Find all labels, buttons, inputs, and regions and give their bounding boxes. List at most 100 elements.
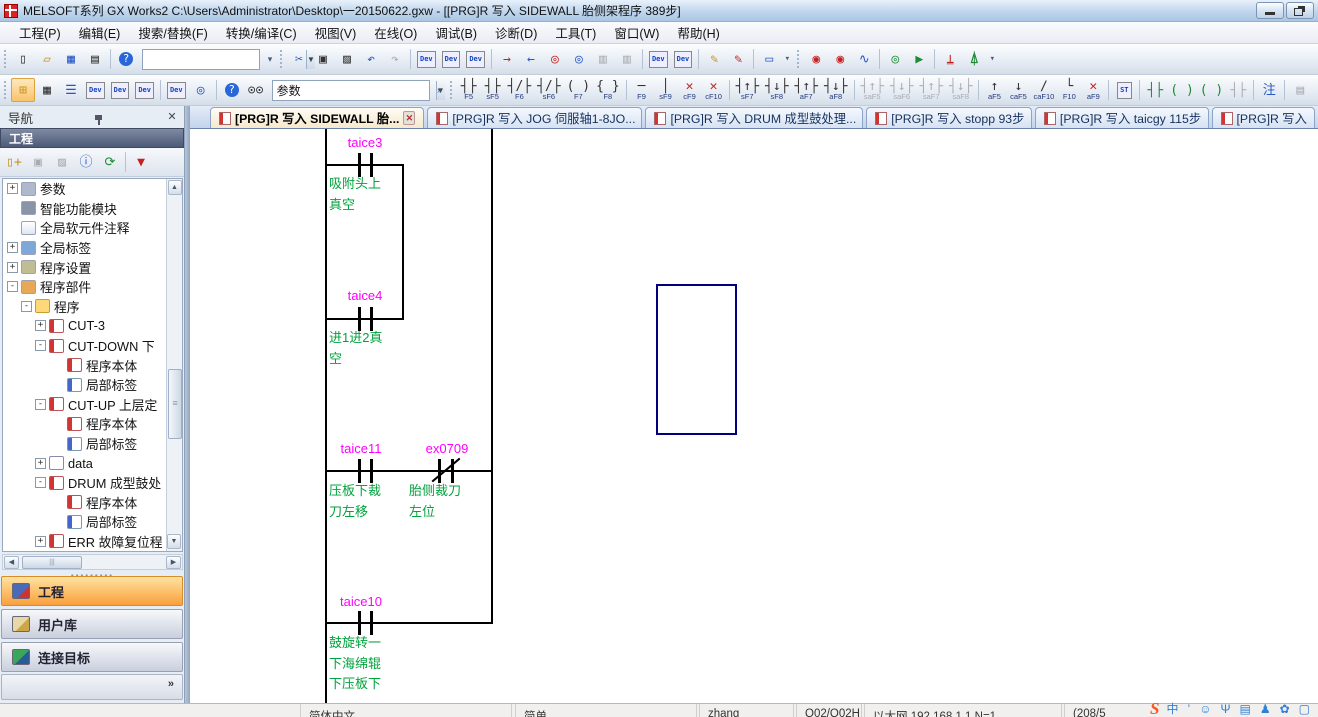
tree-expander[interactable]: - (35, 340, 46, 351)
toolbar-button[interactable] (110, 49, 111, 69)
document-tab[interactable]: [PRG]R 写入 (1212, 107, 1315, 128)
toolbar-button[interactable]: Dev (108, 78, 133, 102)
ladder-symbol-button[interactable]: ↓ caF5 (1006, 78, 1030, 102)
menu-item[interactable]: 工具(T) (546, 21, 605, 44)
toolbar-button[interactable]: ◉ (828, 47, 852, 71)
ladder-symbol-button[interactable]: { } F8 (593, 78, 622, 102)
tree-item[interactable]: + data (3, 453, 166, 473)
sogou-logo-icon[interactable]: S (1150, 699, 1159, 717)
toolbar-button[interactable]: ▥ (615, 47, 639, 71)
ime-icon[interactable]: ▤ (1239, 702, 1250, 716)
toolbar-button[interactable] (3, 49, 8, 69)
toolbar-button[interactable] (3, 80, 8, 100)
toolbar-button[interactable]: ▨ (335, 47, 359, 71)
toolbar-button[interactable] (491, 49, 492, 69)
document-tab[interactable]: [PRG]R 写入 stopp 93步 (866, 107, 1032, 128)
nav-toolbar-button[interactable]: ▨ (50, 150, 74, 174)
tree-expander[interactable] (7, 203, 18, 214)
menu-item[interactable]: 在线(O) (365, 21, 426, 44)
toolbar-button[interactable]: Dev (463, 47, 488, 71)
tree-expander[interactable] (53, 418, 64, 429)
nav-toolbar-button[interactable]: ⟳ (98, 150, 122, 174)
toolbar-button[interactable]: ▣ (311, 47, 335, 71)
tree-vertical-scrollbar[interactable]: ▲ ▼ (166, 179, 182, 551)
tree-expander[interactable] (53, 438, 64, 449)
toolbar-button[interactable] (879, 49, 880, 69)
toolbar-button[interactable]: ▭ (757, 47, 781, 71)
tree-item[interactable]: - 程序部件 (3, 277, 166, 297)
toolbar-button[interactable]: → (495, 47, 519, 71)
tree-item[interactable]: - 程序 (3, 297, 166, 317)
toolbar-button[interactable]: ▱ (35, 47, 59, 71)
menu-item[interactable]: 编辑(E) (70, 21, 130, 44)
toolbar-button[interactable]: ▾ (986, 47, 998, 71)
ladder-symbol-button[interactable]: ┤↓├ sF8 (762, 78, 791, 102)
toolbar-button[interactable] (934, 49, 935, 69)
toolbar-button[interactable] (160, 80, 161, 100)
toolbar-button[interactable] (642, 49, 643, 69)
menu-item[interactable]: 调试(B) (426, 21, 486, 44)
ime-icon[interactable]: ▢ (1299, 702, 1310, 716)
toolbar-button[interactable]: ✎ (702, 47, 726, 71)
toolbar-button[interactable]: ▥ (591, 47, 615, 71)
tree-item[interactable]: 程序本体 (3, 355, 166, 375)
ladder-symbol-button[interactable]: ┤├ F5 (457, 78, 481, 102)
toolbar-button[interactable]: ☰ (59, 78, 83, 102)
toolbar-button[interactable]: ∿ (852, 47, 876, 71)
find-target-input[interactable] (273, 83, 436, 97)
nav-toolbar-button[interactable]: ⓘ (74, 150, 98, 174)
ime-icon[interactable]: ♟ (1260, 702, 1271, 716)
minimize-button[interactable] (1256, 2, 1284, 19)
ladder-symbol-button[interactable]: ┤↓├ saF6 (887, 78, 916, 102)
nav-toolbar-button[interactable]: ▼ (129, 150, 153, 174)
toolbar-button[interactable] (279, 49, 284, 69)
tree-item[interactable]: 全局软元件注释 (3, 218, 166, 238)
toolbar-button[interactable]: ← (519, 47, 543, 71)
tree-expander[interactable]: + (7, 262, 18, 273)
tree-item[interactable]: 程序本体 (3, 493, 166, 513)
find-target-combobox[interactable]: ▼ (272, 80, 430, 101)
toolbar-button[interactable]: ▤ (83, 47, 107, 71)
restore-button[interactable] (1286, 2, 1314, 19)
toolbar-button[interactable]: Dev (414, 47, 439, 71)
tree-expander[interactable] (53, 379, 64, 390)
tree-item[interactable]: + 全局标签 (3, 238, 166, 258)
document-tab[interactable]: [PRG]R 写入 SIDEWALL 胎... ✕ (210, 107, 424, 128)
toolbar-button[interactable]: Dev (132, 78, 157, 102)
tree-expander[interactable]: - (35, 399, 46, 410)
ladder-symbol-button[interactable] (978, 80, 979, 100)
menu-item[interactable]: 转换/编译(C) (217, 21, 306, 44)
ladder-symbol-button[interactable]: └ F10 (1057, 78, 1081, 102)
ladder-symbol-button[interactable]: ┤↓├ aF8 (821, 78, 850, 102)
tree-item[interactable]: - DRUM 成型鼓处 (3, 473, 166, 493)
ladder-symbol-button[interactable] (626, 80, 627, 100)
toolbar-button[interactable] (216, 80, 217, 100)
ladder-symbol-button[interactable]: ─ F9 (630, 78, 654, 102)
ladder-edit-button[interactable]: 注 (1257, 78, 1281, 102)
toolbar-button[interactable]: ▦ (35, 78, 59, 102)
toolbar-overflow-button[interactable]: ▾ (264, 47, 276, 71)
menu-item[interactable]: 工程(P) (10, 21, 70, 44)
ladder-symbol-button[interactable] (449, 80, 454, 100)
tree-expander[interactable] (7, 222, 18, 233)
tree-item[interactable]: + CUT-3 (3, 316, 166, 336)
document-tab[interactable]: [PRG]R 写入 DRUM 成型鼓处理... (645, 107, 863, 128)
ladder-symbol-button[interactable]: ┤↑├ saF5 (858, 78, 887, 102)
toolbar-button[interactable]: ◉ (804, 47, 828, 71)
ladder-symbol-button[interactable]: ✕ aF9 (1081, 78, 1105, 102)
pin-icon[interactable] (91, 110, 107, 124)
toolbar-button[interactable] (410, 49, 411, 69)
ladder-symbol-button[interactable]: ┤↓├ saF8 (946, 78, 975, 102)
tree-item[interactable]: 局部标签 (3, 434, 166, 454)
ladder-edit-button[interactable]: ┤├ (1143, 78, 1167, 102)
ladder-symbol-button[interactable]: ┤├ sF5 (481, 78, 505, 102)
ladder-edit-button[interactable]: ST (1112, 78, 1136, 102)
ladder-symbol-button[interactable]: ┤↑├ sF7 (733, 78, 762, 102)
scroll-left-icon[interactable]: ◀ (4, 556, 19, 569)
toolbar-button[interactable]: ▾ (781, 47, 793, 71)
tree-item[interactable]: 程序本体 (3, 414, 166, 434)
toolbar-button[interactable]: Dev (671, 47, 696, 71)
tree-item[interactable]: + ERR 故障复位程 (3, 532, 166, 551)
tree-horizontal-scrollbar[interactable]: ◀ ▶ (2, 554, 183, 570)
ladder-symbol-button[interactable]: ✕ cF9 (678, 78, 702, 102)
